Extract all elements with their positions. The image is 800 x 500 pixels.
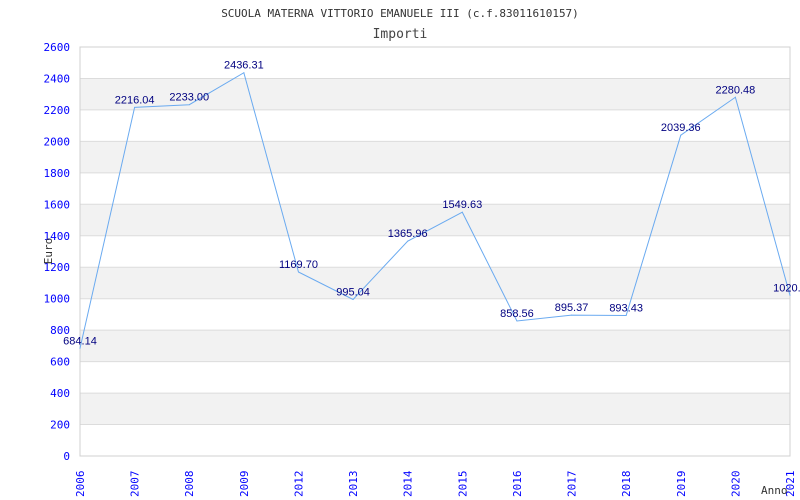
y-tick-label: 1800 (44, 167, 71, 180)
x-tick-label: 2012 (292, 471, 305, 498)
data-point (188, 104, 190, 106)
data-label: 2233.00 (169, 92, 209, 104)
y-tick-label: 2600 (44, 41, 71, 54)
x-tick-label: 2016 (511, 471, 524, 498)
data-point (297, 271, 299, 273)
data-point (243, 72, 245, 74)
grid-band (80, 204, 790, 236)
y-tick-label: 400 (50, 387, 70, 400)
y-tick-label: 600 (50, 356, 70, 369)
x-tick-label: 2018 (620, 471, 633, 498)
line-chart: SCUOLA MATERNA VITTORIO EMANUELE III (c.… (42, 7, 800, 498)
data-point (789, 294, 791, 296)
x-axis-label: Anno (761, 484, 788, 497)
data-point (134, 106, 136, 108)
data-point (571, 314, 573, 316)
grid-band (80, 267, 790, 299)
data-point (352, 298, 354, 300)
y-tick-label: 200 (50, 419, 70, 432)
data-point (461, 211, 463, 213)
x-tick-label: 2009 (238, 471, 251, 498)
data-label: 2436.31 (224, 60, 264, 72)
x-tick-label: 2015 (456, 471, 469, 498)
data-label: 1020.9 (773, 282, 800, 294)
data-point (625, 314, 627, 316)
x-tick-label: 2019 (675, 471, 688, 498)
y-tick-label: 2000 (44, 135, 71, 148)
data-label: 1169.70 (279, 259, 318, 271)
x-tick-label: 2020 (729, 471, 742, 498)
data-point (680, 134, 682, 136)
y-tick-label: 1000 (44, 293, 71, 306)
grid-band (80, 141, 790, 173)
data-label: 995.04 (336, 286, 370, 298)
x-tick-label: 2014 (402, 470, 415, 497)
data-label: 895.37 (555, 302, 589, 314)
data-point (79, 347, 81, 349)
data-label: 1365.96 (388, 228, 428, 240)
data-label: 2216.04 (115, 94, 155, 106)
y-tick-label: 1600 (44, 198, 71, 211)
data-point (516, 320, 518, 322)
chart-container: SCUOLA MATERNA VITTORIO EMANUELE III (c.… (0, 0, 800, 500)
x-tick-label: 2007 (129, 471, 142, 498)
data-label: 893.43 (609, 302, 643, 314)
y-tick-label: 2200 (44, 104, 71, 117)
data-label: 684.14 (63, 335, 97, 347)
x-tick-label: 2008 (183, 471, 196, 498)
data-label: 2039.36 (661, 122, 701, 134)
chart-title: SCUOLA MATERNA VITTORIO EMANUELE III (c.… (221, 7, 579, 20)
data-label: 2280.48 (716, 84, 756, 96)
data-label: 1549.63 (442, 199, 482, 211)
y-axis-label: Euro (42, 238, 55, 265)
y-tick-label: 0 (63, 450, 70, 463)
grid-band (80, 393, 790, 425)
chart-subtitle: Importi (373, 27, 428, 42)
x-tick-label: 2017 (566, 471, 579, 498)
grid-band (80, 330, 790, 362)
x-tick-label: 2006 (74, 471, 87, 498)
data-point (734, 96, 736, 98)
data-point (407, 240, 409, 242)
x-tick-label: 2013 (347, 471, 360, 498)
data-label: 858.56 (500, 308, 534, 320)
y-tick-label: 2400 (44, 72, 71, 85)
